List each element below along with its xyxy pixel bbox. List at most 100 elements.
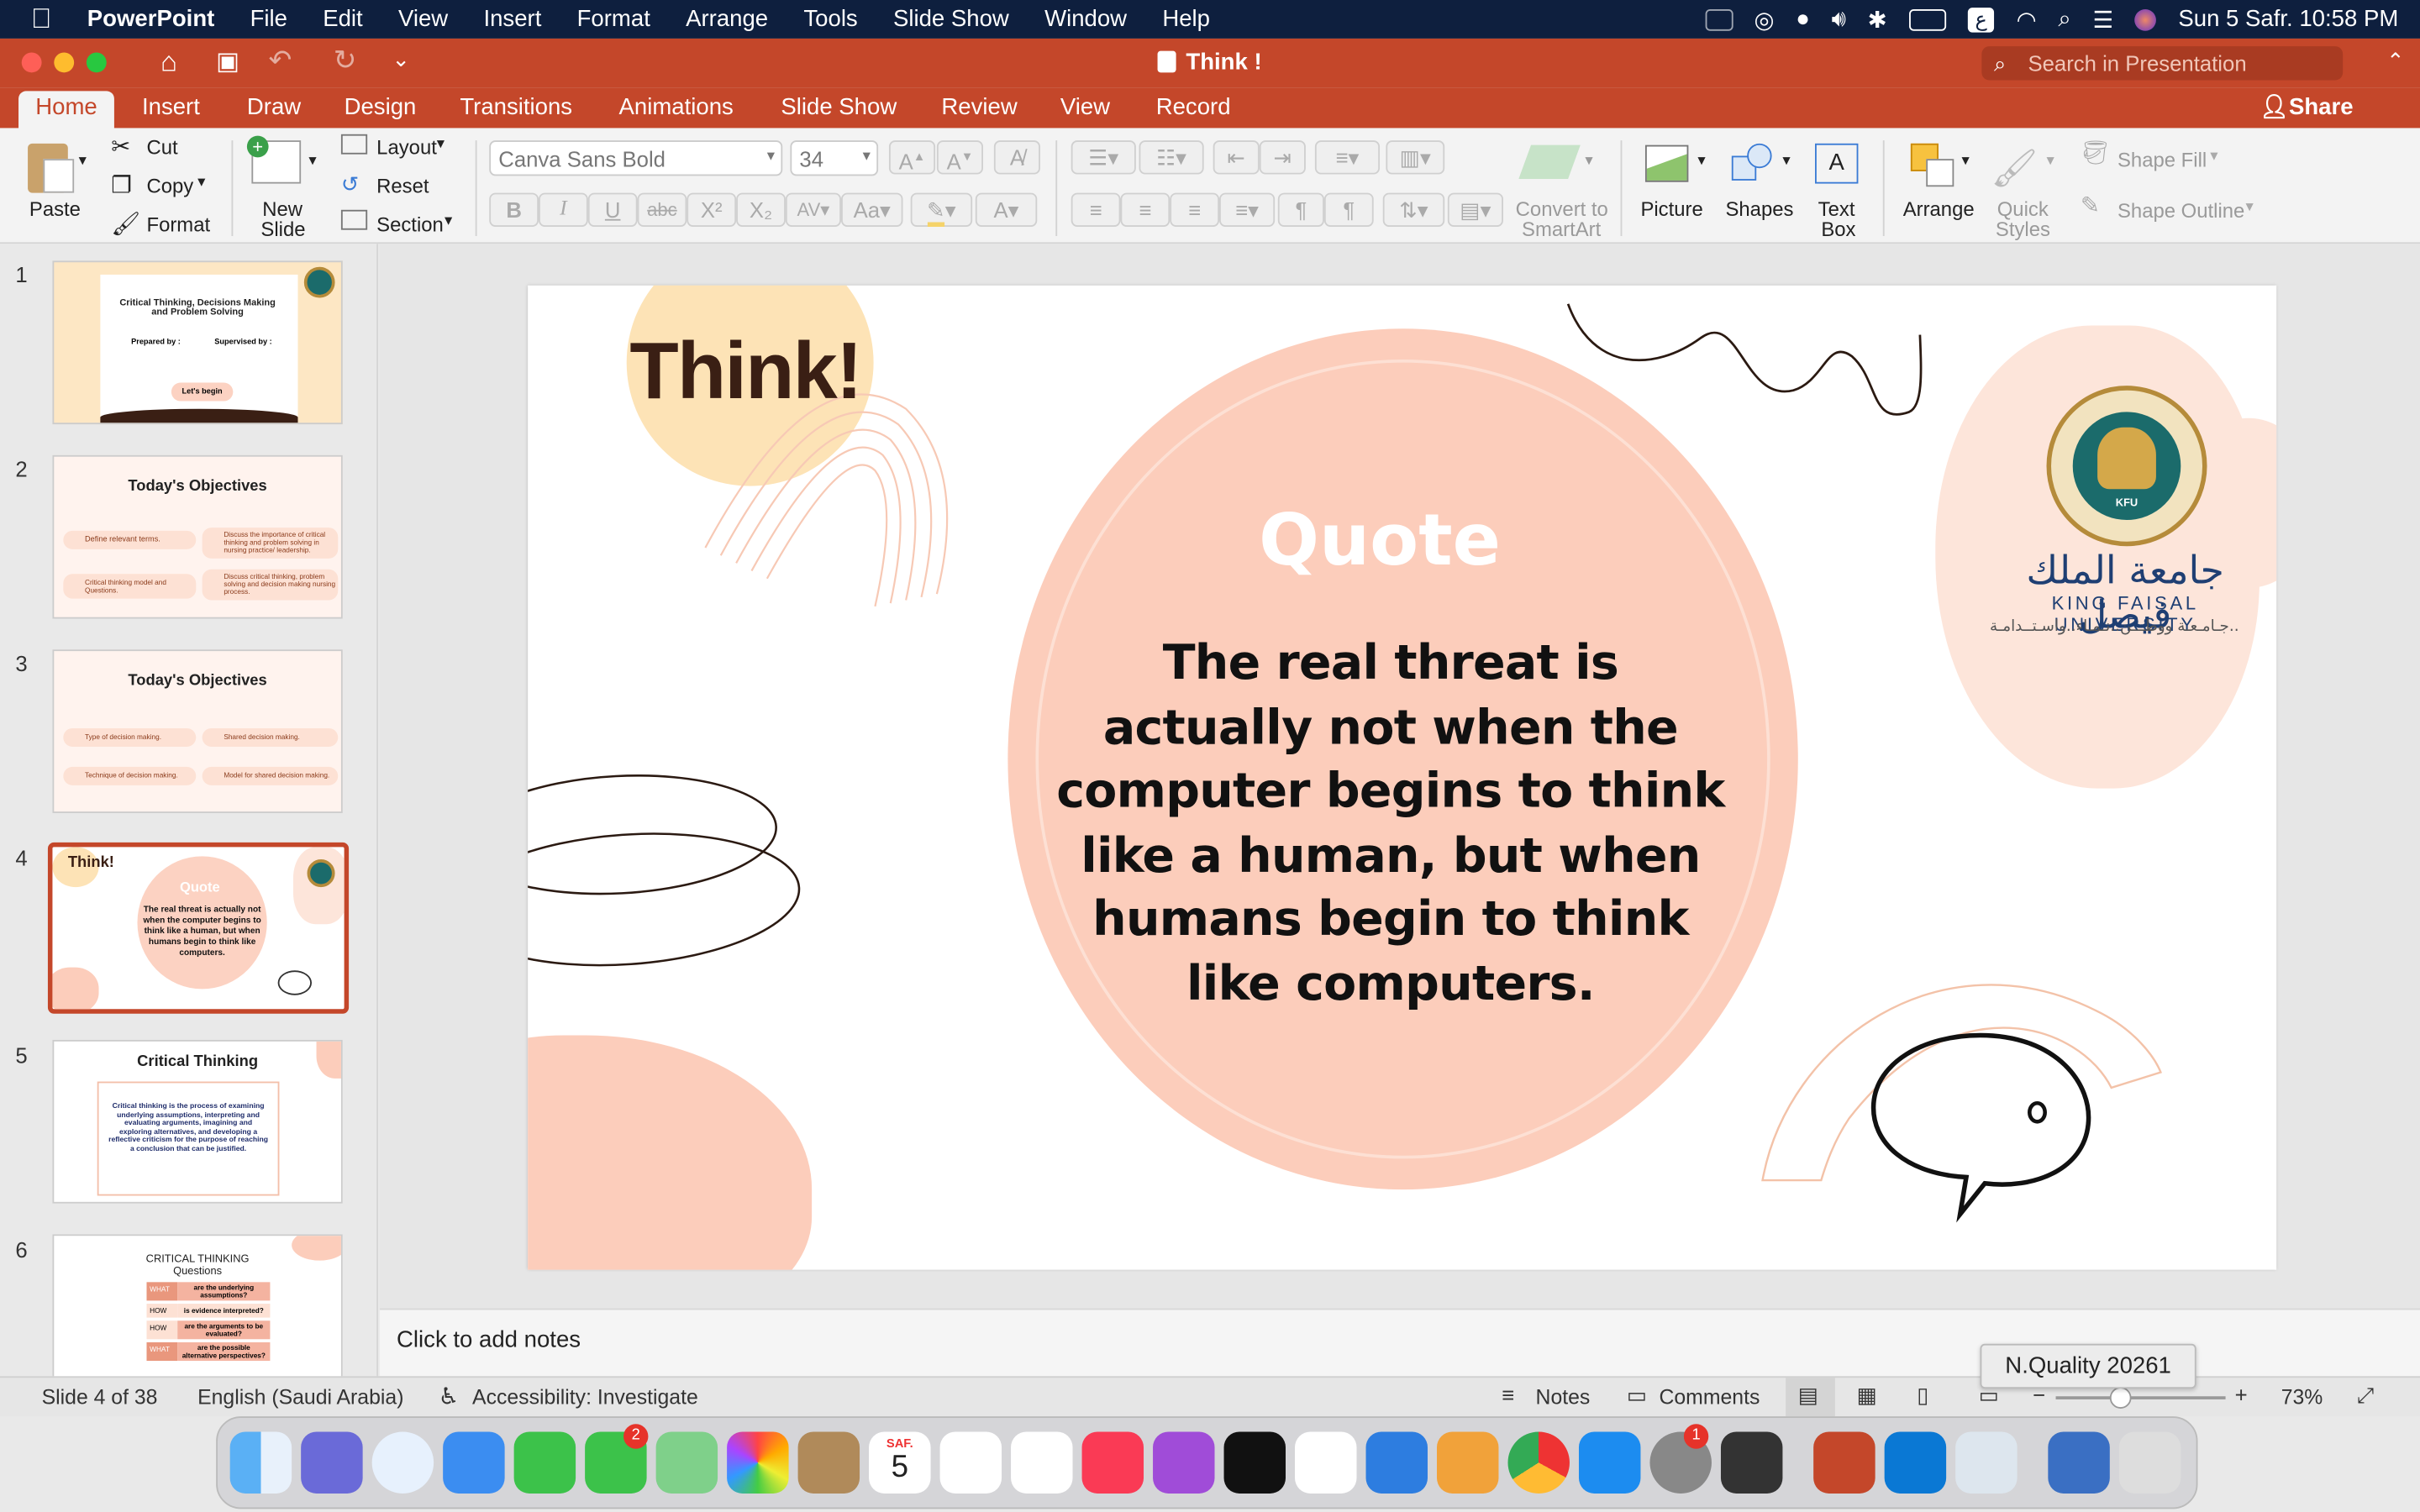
convert-smartart-label-2[interactable]: SmartArt xyxy=(1522,218,1601,241)
text-direction-button[interactable]: ⇅▾ xyxy=(1382,192,1445,227)
subscript-button[interactable]: X₂ xyxy=(736,192,786,227)
calendar-icon[interactable]: SAF. 5 xyxy=(869,1431,931,1494)
menu-insert[interactable]: Insert xyxy=(483,6,541,32)
normal-view-icon[interactable]: ▤ xyxy=(1798,1383,1818,1409)
tab-animations[interactable]: Animations xyxy=(619,91,734,128)
quick-styles-icon[interactable]: 🖌︎ xyxy=(1991,146,2038,191)
menu-help[interactable]: Help xyxy=(1162,6,1210,32)
section-icon[interactable] xyxy=(340,209,368,230)
align-center-button[interactable]: ≡ xyxy=(1120,192,1171,227)
decrease-indent-button[interactable]: ⇤ xyxy=(1213,140,1260,175)
new-slide-label-2[interactable]: Slide xyxy=(260,218,305,241)
control-center-icon[interactable]: ☰ xyxy=(2093,5,2114,33)
facetime-icon[interactable] xyxy=(513,1431,576,1494)
trash-icon[interactable] xyxy=(2118,1431,2181,1494)
app-store-icon[interactable] xyxy=(1578,1431,1641,1494)
slide-thumbnail-6[interactable]: CRITICAL THINKING Questions WHAT are the … xyxy=(52,1234,343,1377)
accessibility-check[interactable]: Accessibility: Investigate xyxy=(472,1385,698,1409)
shape-outline-dropdown-icon[interactable]: ▾ xyxy=(2245,199,2253,216)
comments-icon[interactable]: ▭ xyxy=(1627,1383,1647,1409)
language-indicator[interactable]: English (Saudi Arabia) xyxy=(197,1385,403,1409)
notes-placeholder[interactable]: Click to add notes xyxy=(397,1327,581,1353)
bullets-button[interactable]: ☰▾ xyxy=(1071,140,1136,175)
menu-view[interactable]: View xyxy=(398,6,448,32)
notes-toggle[interactable]: Notes xyxy=(1536,1385,1591,1409)
shapes-icon[interactable] xyxy=(1731,143,1775,184)
zoom-slider[interactable] xyxy=(2055,1396,2226,1399)
tab-review[interactable]: Review xyxy=(941,91,1017,128)
kfu-seal-logo[interactable]: KFU xyxy=(2046,386,2207,547)
wifi-icon[interactable]: ◠ xyxy=(2017,5,2037,33)
font-size-select[interactable]: 34 ▾ xyxy=(790,140,879,176)
strikethrough-button[interactable]: abc xyxy=(637,192,687,227)
format-painter-button[interactable]: Format xyxy=(146,213,210,236)
reading-view-icon[interactable]: ▯ xyxy=(1917,1383,1928,1409)
picture-icon[interactable] xyxy=(1644,144,1689,182)
line-spacing-button[interactable]: ≡▾ xyxy=(1314,140,1381,175)
slide-thumbnail-4-selected[interactable]: Think! Quote The real threat is actually… xyxy=(47,842,350,1014)
reset-icon[interactable]: ↺ xyxy=(341,171,360,197)
picture-dropdown-icon[interactable]: ▾ xyxy=(1697,153,1705,170)
shape-outline-button[interactable]: Shape Outline xyxy=(2118,199,2244,223)
menu-slide-show[interactable]: Slide Show xyxy=(893,6,1009,32)
reset-button[interactable]: Reset xyxy=(376,175,429,198)
zoom-in-icon[interactable]: + xyxy=(2235,1383,2248,1407)
menu-tools[interactable]: Tools xyxy=(803,6,857,32)
menu-file[interactable]: File xyxy=(250,6,287,32)
clear-formatting-button[interactable]: A̸ xyxy=(993,140,1040,175)
format-painter-icon[interactable]: 🖌︎ xyxy=(111,210,140,238)
maps-icon[interactable] xyxy=(655,1431,718,1494)
numbers-icon[interactable] xyxy=(1295,1431,1357,1494)
podcasts-icon[interactable] xyxy=(1153,1431,1215,1494)
increase-font-size-button[interactable]: A▲ xyxy=(888,140,936,175)
menu-edit[interactable]: Edit xyxy=(323,6,362,32)
increase-indent-button[interactable]: ⇥ xyxy=(1259,140,1306,175)
underline-button[interactable]: U xyxy=(587,192,638,227)
quote-text[interactable]: The real threat is actually not when the… xyxy=(1051,633,1730,1016)
fit-to-window-icon[interactable]: ⤢ xyxy=(2357,1383,2375,1409)
slide-thumbnail-3[interactable]: Today's Objectives Type of decision maki… xyxy=(52,649,343,813)
text-box-icon[interactable]: A xyxy=(1815,143,1859,184)
text-box-label-2[interactable]: Box xyxy=(1821,218,1855,241)
font-name-select[interactable]: Canva Sans Bold ▾ xyxy=(489,140,783,176)
quick-styles-label-2[interactable]: Styles xyxy=(1996,218,2050,241)
align-text-button[interactable]: ▤▾ xyxy=(1447,192,1503,227)
tab-slide-show[interactable]: Slide Show xyxy=(781,91,897,128)
align-right-button[interactable]: ≡ xyxy=(1170,192,1220,227)
slide-thumbnail-panel[interactable]: 1 Critical Thinking, Decisions Making an… xyxy=(0,244,378,1377)
chrome-icon[interactable] xyxy=(1507,1431,1570,1494)
powerpoint-icon[interactable] xyxy=(1813,1431,1876,1494)
think-heading[interactable]: Think! xyxy=(629,326,862,418)
menu-format[interactable]: Format xyxy=(577,6,650,32)
character-spacing-button[interactable]: AV▾ xyxy=(785,192,842,227)
arrange-icon[interactable] xyxy=(1910,143,1957,187)
paste-dropdown-icon[interactable]: ▾ xyxy=(79,153,87,170)
menu-arrange[interactable]: Arrange xyxy=(686,6,768,32)
highlight-color-button[interactable]: ✎▾ xyxy=(910,192,973,227)
mail-icon[interactable] xyxy=(443,1431,505,1494)
freeform-icon[interactable] xyxy=(1011,1431,1073,1494)
scissors-icon[interactable]: ✂ xyxy=(111,133,130,160)
decrease-font-size-button[interactable]: A▼ xyxy=(936,140,983,175)
spotlight-search-icon[interactable]: ⌕ xyxy=(2058,6,2070,32)
slide-editor-area[interactable]: Think! Quote The real threat is actually… xyxy=(379,244,2420,1309)
shape-fill-button[interactable]: Shape Fill xyxy=(2118,148,2207,171)
onedrive-icon[interactable] xyxy=(1884,1431,1947,1494)
layout-icon[interactable] xyxy=(340,134,368,155)
pages-icon[interactable] xyxy=(1437,1431,1499,1494)
tab-view[interactable]: View xyxy=(1060,91,1110,128)
copy-dropdown-icon[interactable]: ▾ xyxy=(197,175,205,192)
tab-transitions[interactable]: Transitions xyxy=(460,91,572,128)
quick-styles-dropdown-icon[interactable]: ▾ xyxy=(2047,153,2054,170)
font-color-button[interactable]: A▾ xyxy=(975,192,1038,227)
align-left-button[interactable]: ≡ xyxy=(1071,192,1121,227)
oval-scribble-decoration[interactable] xyxy=(528,773,806,974)
slide-thumbnail-1[interactable]: Critical Thinking, Decisions Making and … xyxy=(52,260,343,425)
layout-dropdown-icon[interactable]: ▾ xyxy=(437,136,445,153)
preview-icon[interactable] xyxy=(1955,1431,2018,1494)
tab-record[interactable]: Record xyxy=(1156,91,1231,128)
share-button[interactable]: 👤︎Share xyxy=(2260,91,2354,128)
zoom-slider-thumb[interactable] xyxy=(2109,1387,2132,1409)
menubar-clock[interactable]: Sun 5 Safr. 10:58 PM xyxy=(2178,6,2398,32)
shape-fill-icon[interactable]: 🪣︎ xyxy=(2081,139,2110,166)
